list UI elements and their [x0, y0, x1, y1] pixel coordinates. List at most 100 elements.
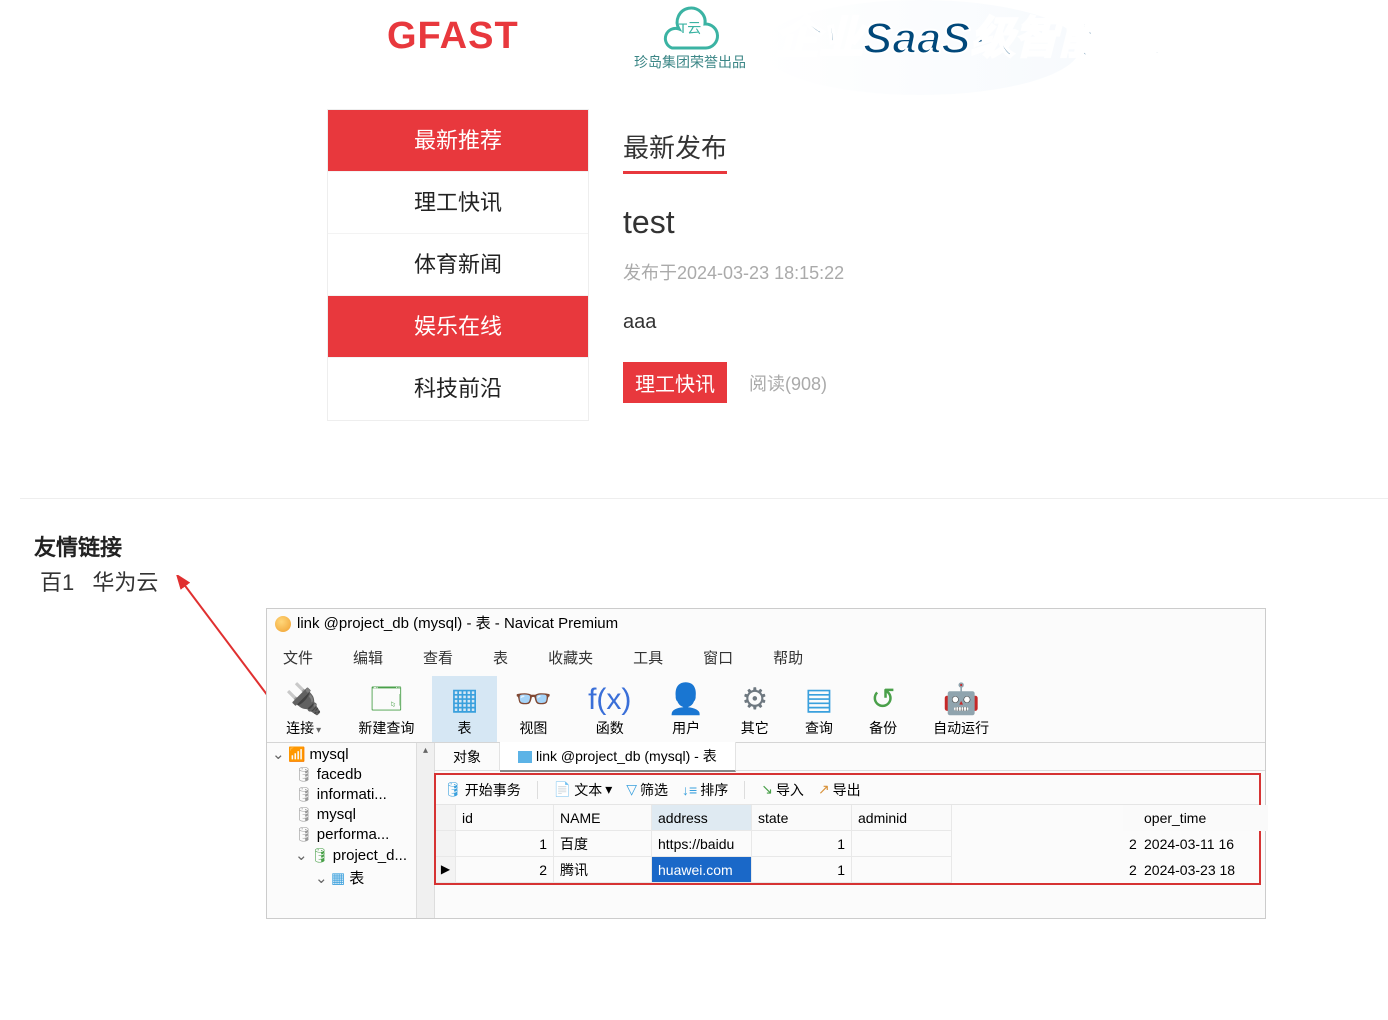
toolbar-6[interactable]: ⚙其它 — [723, 676, 787, 742]
import-icon: ↘ — [761, 781, 773, 798]
cell-address-selected[interactable]: huawei.com — [652, 857, 752, 883]
cell-opertime[interactable]: 2024-03-23 18 — [1138, 857, 1268, 883]
action-import[interactable]: ↘导入 — [761, 780, 804, 800]
table-group-icon: ▦ — [331, 869, 345, 887]
col-address[interactable]: address — [652, 805, 752, 831]
cell-adminid[interactable] — [852, 831, 952, 857]
logo-gfast: GFAST — [387, 15, 519, 58]
nav-latest[interactable]: 最新推荐 — [328, 110, 588, 172]
section-title: 最新发布 — [623, 128, 727, 174]
conn-icon: 📶 — [288, 746, 305, 763]
toolbar-label: 连接 — [286, 720, 314, 736]
action-text[interactable]: 📄文本 ▾ — [554, 780, 612, 800]
toolbar-icon: ↺ — [869, 682, 897, 718]
db-item[interactable]: project_d... — [333, 847, 407, 864]
db-item[interactable]: mysql — [317, 806, 356, 823]
col-opertime[interactable]: oper_time — [1138, 805, 1268, 831]
navicat-app-icon — [275, 616, 291, 632]
window-title: link @project_db (mysql) - 表 - Navicat P… — [297, 609, 618, 639]
cell-name[interactable]: 百度 — [554, 831, 652, 857]
toolbar-2[interactable]: ▦表 — [432, 676, 496, 742]
post-tag[interactable]: 理工快讯 — [623, 362, 727, 403]
cell-adminid[interactable] — [852, 857, 952, 883]
row-cursor-icon: ▶ — [441, 862, 450, 876]
menu-file[interactable]: 文件 — [283, 647, 313, 668]
post-body: aaa — [623, 311, 844, 334]
tree-scrollbar[interactable]: ▴ — [416, 743, 434, 918]
row-header[interactable] — [436, 831, 456, 857]
table-group[interactable]: 表 — [349, 867, 364, 888]
action-begin-transaction[interactable]: 🛢开始事务 — [444, 780, 521, 800]
db-item[interactable]: performa... — [317, 826, 390, 843]
menu-edit[interactable]: 编辑 — [353, 647, 383, 668]
db-tree[interactable]: ⌄📶mysql 🛢facedb 🛢informati... 🛢mysql 🛢pe… — [267, 743, 435, 918]
sort-icon: ↓≡ — [682, 782, 697, 798]
cloud-icon: T云 — [660, 0, 720, 50]
toolbar-5[interactable]: 👤用户 — [649, 676, 722, 742]
menu-tools[interactable]: 工具 — [633, 647, 663, 668]
nav-tech[interactable]: 科技前沿 — [328, 358, 588, 420]
toolbar-label: 自动运行 — [933, 720, 989, 736]
friendlinks-row: 百1 华为云 — [34, 565, 164, 597]
friendlinks-title: 友情链接 — [34, 530, 164, 562]
db-item[interactable]: informati... — [317, 786, 387, 803]
post-title[interactable]: test — [623, 204, 844, 241]
col-adminid[interactable]: adminid — [852, 805, 952, 831]
grid-toolbar: 🛢开始事务 📄文本 ▾ ▽筛选 ↓≡排序 ↘导入 ↗导出 — [436, 775, 1259, 805]
cell-state[interactable]: 1 — [752, 831, 852, 857]
friendlink-item[interactable]: 百1 — [40, 570, 74, 595]
nav-ligong[interactable]: 理工快讯 — [328, 172, 588, 234]
row-header-current[interactable]: ▶ — [436, 857, 456, 883]
cell-opertime[interactable]: 2024-03-11 16 — [1138, 831, 1268, 857]
extra-col-val: 2 — [1123, 831, 1138, 857]
window-titlebar: link @project_db (mysql) - 表 - Navicat P… — [267, 609, 1265, 639]
cell-name[interactable]: 腾讯 — [554, 857, 652, 883]
toolbar-3[interactable]: 👓视图 — [497, 676, 570, 742]
action-filter[interactable]: ▽筛选 — [626, 780, 668, 800]
conn-mysql[interactable]: mysql — [309, 746, 348, 763]
toolbar-label: 新建查询 — [358, 720, 414, 736]
toolbar-icon: 👤 — [667, 682, 704, 718]
col-name[interactable]: NAME — [554, 805, 652, 831]
toolbar-8[interactable]: ↺备份 — [851, 676, 915, 742]
database-icon: 🛢 — [311, 847, 329, 864]
menu-view[interactable]: 查看 — [423, 647, 453, 668]
menu-help[interactable]: 帮助 — [773, 647, 803, 668]
cell-id[interactable]: 2 — [456, 857, 554, 883]
toolbar-4[interactable]: f(x)函数 — [570, 676, 649, 742]
action-sort[interactable]: ↓≡排序 — [682, 780, 728, 800]
menu-window[interactable]: 窗口 — [703, 647, 733, 668]
action-export[interactable]: ↗导出 — [818, 780, 861, 800]
nav-entertainment[interactable]: 娱乐在线 — [328, 296, 588, 358]
database-icon: 🛢 — [295, 806, 313, 823]
tab-object[interactable]: 对象 — [435, 743, 500, 771]
database-icon: 🛢 — [295, 826, 313, 843]
menu-table[interactable]: 表 — [493, 647, 508, 668]
tab-link-table[interactable]: link @project_db (mysql) - 表 — [500, 742, 736, 772]
toolbar-icon: 👓 — [515, 682, 552, 718]
toolbar-0[interactable]: 🔌连接▾ — [267, 676, 340, 742]
toolbar-icon: f(x) — [588, 682, 631, 718]
nav-sports[interactable]: 体育新闻 — [328, 234, 588, 296]
database-icon: 🛢 — [295, 786, 313, 803]
content-tabs: 对象 link @project_db (mysql) - 表 — [435, 743, 1265, 771]
post-reads: 阅读(908) — [749, 370, 827, 396]
scroll-up-icon[interactable]: ▴ — [417, 743, 434, 758]
db-item[interactable]: facedb — [317, 766, 362, 783]
cell-state[interactable]: 1 — [752, 857, 852, 883]
toolbar-1[interactable]: 🗔新建查询 — [340, 676, 432, 742]
svg-text:T云: T云 — [679, 20, 702, 36]
cell-address[interactable]: https://baidu — [652, 831, 752, 857]
toolbar-7[interactable]: ▤查询 — [787, 676, 851, 742]
db-icon: 🛢 — [444, 781, 462, 798]
menu-favorites[interactable]: 收藏夹 — [548, 647, 593, 668]
toolbar-icon: 🔌 — [285, 682, 322, 718]
toolbar-9[interactable]: 🤖自动运行 — [915, 676, 1007, 742]
friendlink-item[interactable]: 华为云 — [92, 570, 158, 595]
col-id[interactable]: id — [456, 805, 554, 831]
toolbar-label: 查询 — [805, 720, 833, 736]
table-icon — [518, 751, 532, 763]
col-state[interactable]: state — [752, 805, 852, 831]
toolbar: 🔌连接▾🗔新建查询▦表👓视图f(x)函数👤用户⚙其它▤查询↺备份🤖自动运行 — [267, 676, 1265, 743]
cell-id[interactable]: 1 — [456, 831, 554, 857]
